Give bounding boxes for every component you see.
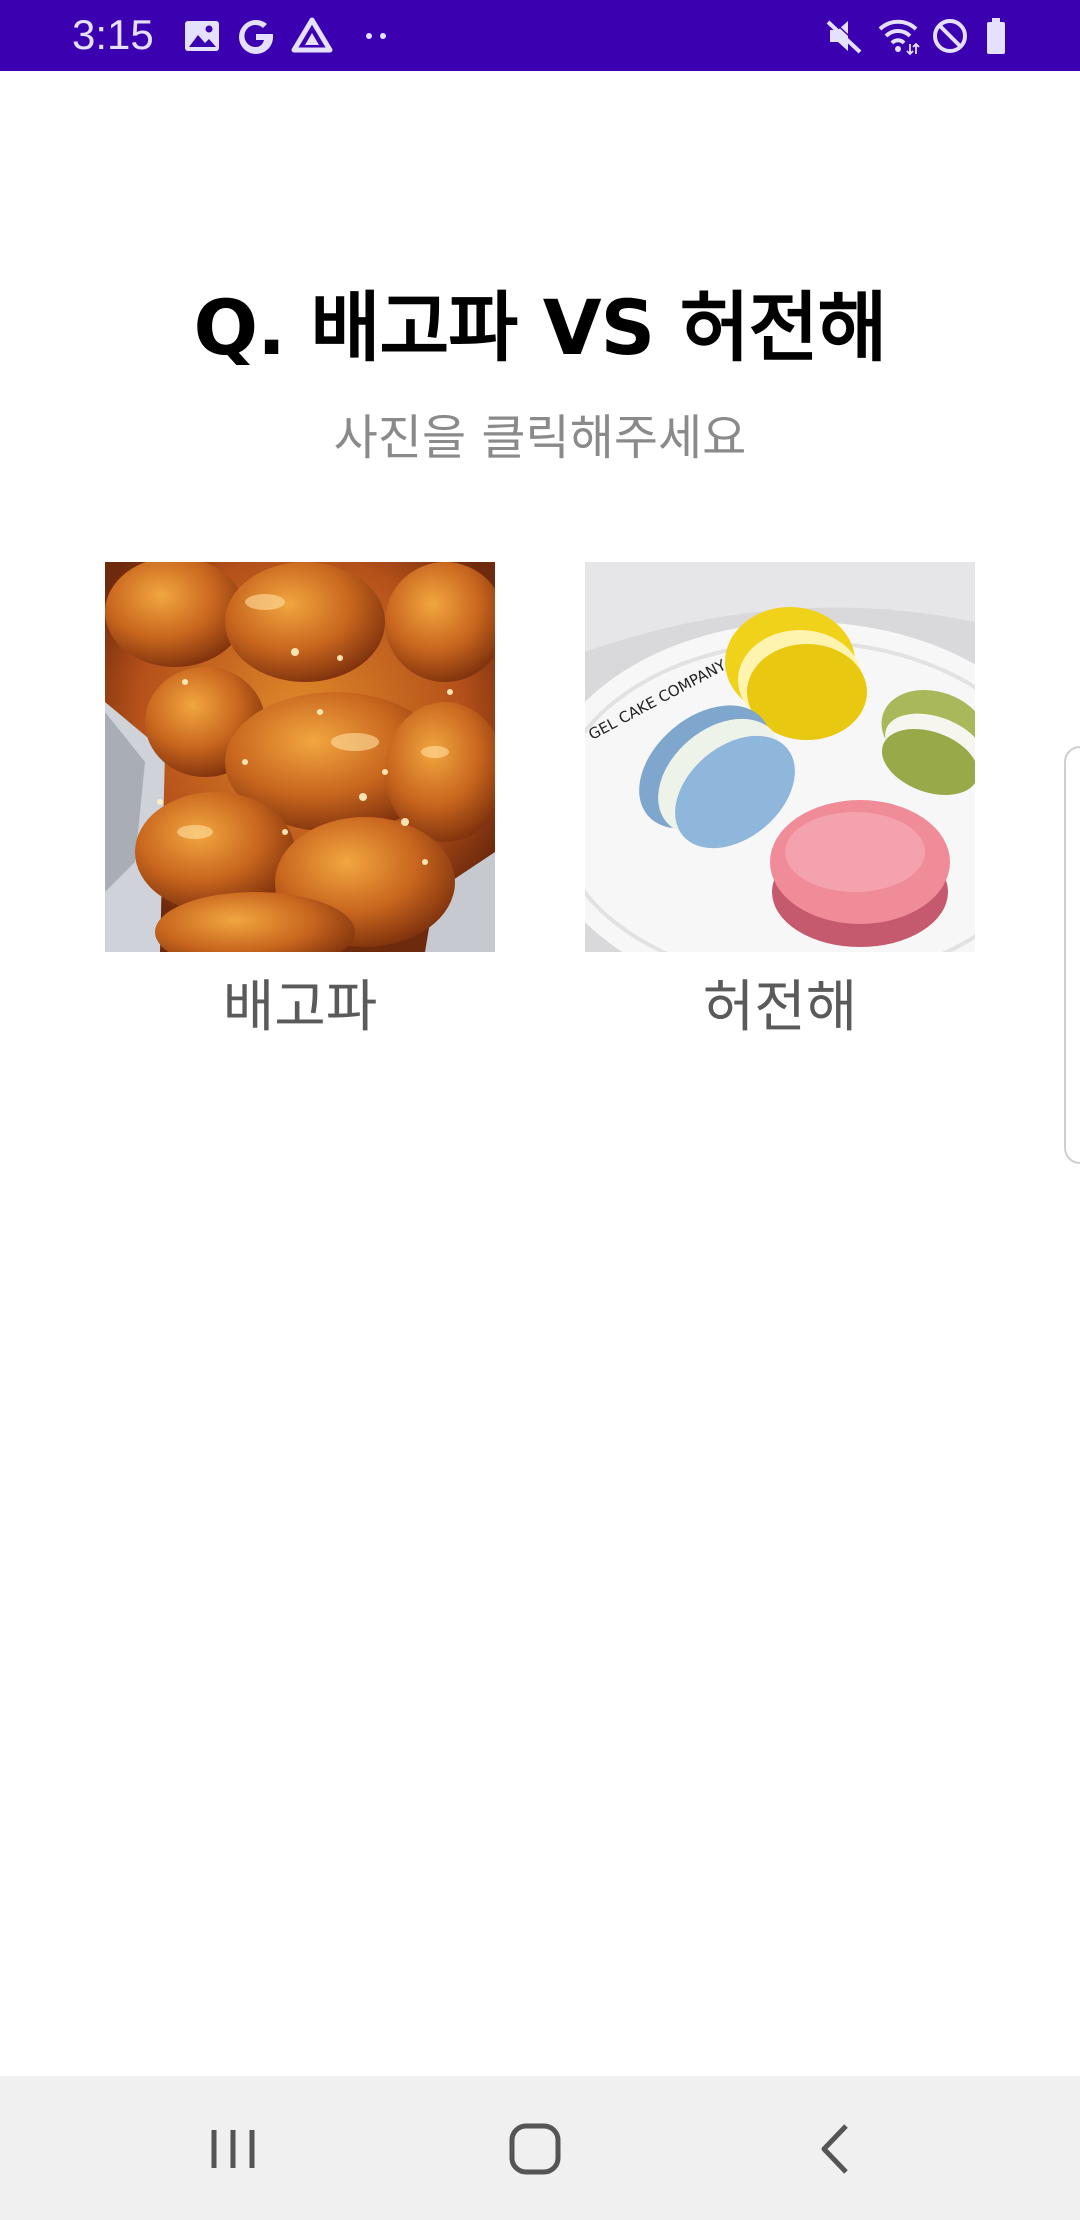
option-empty[interactable]: GEL CAKE COMPANY 허전해 bbox=[585, 562, 975, 1048]
battery-icon bbox=[974, 14, 1018, 58]
option-label: 배고파 bbox=[222, 975, 378, 1040]
status-time: 3:15 bbox=[72, 11, 154, 58]
google-icon bbox=[234, 14, 278, 58]
question-title: Q. 배고파 VS 허전해 bbox=[193, 283, 888, 372]
mute-icon bbox=[822, 14, 866, 58]
question-subtitle: 사진을 클릭해주세요 bbox=[333, 410, 747, 466]
do-not-disturb-icon bbox=[928, 14, 972, 58]
wifi-icon bbox=[876, 14, 920, 58]
option-hungry[interactable]: 배고파 bbox=[105, 562, 495, 1048]
home-icon[interactable] bbox=[500, 2114, 570, 2184]
fried-chicken-photo[interactable] bbox=[105, 562, 495, 952]
gallery-icon bbox=[180, 14, 224, 58]
navigation-bar bbox=[0, 2076, 1080, 2220]
status-bar: 3:15 bbox=[0, 0, 1080, 71]
more-dots-icon bbox=[354, 14, 398, 58]
back-icon[interactable] bbox=[802, 2114, 872, 2184]
macarons-photo[interactable]: GEL CAKE COMPANY bbox=[585, 562, 975, 952]
recent-apps-icon[interactable] bbox=[198, 2114, 268, 2184]
drive-icon bbox=[290, 14, 334, 58]
option-label: 허전해 bbox=[702, 975, 858, 1040]
edge-panel-handle[interactable] bbox=[1064, 746, 1080, 1164]
